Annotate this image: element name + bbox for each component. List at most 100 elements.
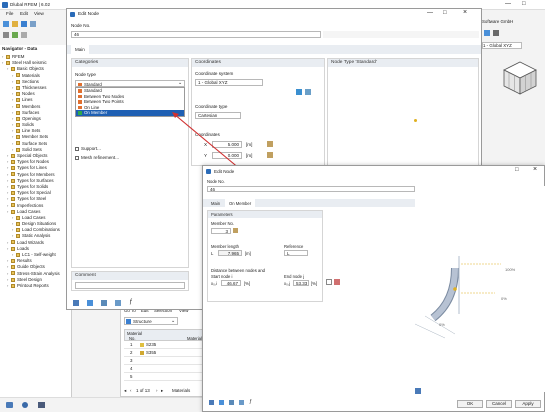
folder-icon (11, 265, 15, 270)
open-icon[interactable] (12, 21, 18, 27)
navigator-data-icon[interactable] (6, 402, 13, 408)
material-name: S355 (146, 350, 157, 355)
grid-icon[interactable] (493, 30, 499, 36)
tree-item-label: Sections (22, 78, 39, 84)
tree-item[interactable]: › Printout Reports (2, 283, 71, 289)
sheet-tab-materials[interactable]: Materials (172, 388, 190, 393)
zoom-icon[interactable] (12, 32, 18, 38)
navigator-views-icon[interactable] (38, 402, 45, 408)
support-checkbox-label: Support... (81, 146, 101, 151)
table-row[interactable]: 4 (124, 365, 208, 373)
pager-next-icon[interactable]: › (156, 388, 158, 393)
dialog2-table-icon[interactable] (219, 400, 224, 405)
mesh-refinement-checkbox[interactable]: Mesh refinement... (75, 155, 119, 161)
coord-type-label: Coordinate type (195, 104, 228, 109)
member-no-label: Member No. (211, 221, 235, 226)
node-type-option-swatch (78, 105, 82, 109)
cancel-button[interactable]: Cancel (486, 400, 512, 408)
swap-icon[interactable] (326, 279, 332, 285)
structure-icon (126, 319, 131, 324)
table-row[interactable]: 2 S355 (124, 349, 208, 357)
tree-item-label: Design Situations (22, 221, 57, 227)
comment-field[interactable] (75, 282, 185, 289)
folder-icon (16, 122, 20, 127)
structure-label: Structure (133, 319, 152, 324)
swap-arrow-icon[interactable] (334, 279, 340, 285)
function-icon[interactable]: ƒ (129, 299, 132, 305)
units-icon[interactable] (73, 300, 79, 306)
dialog2-units-icon[interactable] (209, 400, 214, 405)
member-no-field[interactable]: 3 (211, 228, 231, 234)
select-icon[interactable] (3, 32, 9, 38)
node-type-select[interactable]: Standard ⌄ (75, 80, 185, 87)
tree-item-label: Types for Lines (17, 165, 47, 171)
table-row[interactable]: 1 S235 (124, 341, 208, 349)
dialog2-layers-icon[interactable] (229, 400, 234, 405)
preview-settings-icon[interactable] (415, 388, 421, 394)
support-checkbox[interactable]: Support... (75, 146, 101, 152)
navigator-display-icon[interactable] (22, 402, 28, 408)
preview-header: Node Type 'Standard' (328, 59, 478, 67)
coord-system-combo[interactable]: 1 - Global XYZ (482, 42, 522, 49)
folder-icon (11, 277, 15, 282)
menu-edit[interactable]: Edit (20, 11, 28, 16)
dialog2-maximize-button[interactable]: □ (515, 167, 519, 173)
apply-button[interactable]: Apply (515, 400, 541, 408)
coord-system-select[interactable]: 1 - Global XYZ (195, 79, 263, 86)
folder-icon (16, 91, 20, 96)
navigator-title: Navigator - Data (2, 46, 38, 51)
ok-button[interactable]: OK (457, 400, 483, 408)
new-icon[interactable] (3, 21, 9, 27)
folder-icon (11, 259, 15, 264)
table-row[interactable]: 3 (124, 357, 208, 365)
tree-item-label: Types for Members (17, 171, 55, 177)
navigator-tree: › RFEM › Steel Hall seismic › Basic Objects › M… (2, 54, 71, 289)
structure-combo[interactable]: Structure ⌄ (124, 317, 178, 325)
node-no-field[interactable]: 46 (71, 31, 321, 38)
view-icon[interactable] (484, 30, 490, 36)
tab-main[interactable]: Main (71, 45, 89, 54)
main-minimize-button[interactable]: — (505, 1, 511, 7)
dialog1-maximize-button[interactable]: □ (443, 10, 447, 16)
table-row[interactable]: 5 (124, 373, 208, 381)
view-cube[interactable] (502, 60, 538, 96)
layers-icon[interactable] (101, 300, 107, 306)
pager-prev-icon[interactable]: ‹ (130, 388, 132, 393)
folder-icon (11, 184, 15, 189)
coord-system-edit-icon[interactable] (305, 89, 311, 95)
table-icon[interactable] (87, 300, 93, 306)
folder-icon (11, 209, 15, 214)
right-toolbar: Software GmbH 1 - Global XYZ (482, 18, 545, 50)
main-maximize-button[interactable]: □ (522, 1, 526, 7)
pager-text: 1 of 13 (136, 388, 150, 393)
menu-view[interactable]: View (34, 11, 44, 16)
dialog2-tab-on-member[interactable]: On Member (225, 199, 256, 207)
filter-icon[interactable] (115, 300, 121, 306)
tree-item-label: Static Analysis (22, 233, 51, 239)
dialog2-tab-main[interactable]: Main (207, 200, 224, 207)
member-pick-icon[interactable] (233, 228, 238, 233)
dialog2-function-icon[interactable]: ƒ (249, 399, 252, 405)
dialog1-close-button[interactable]: × (463, 9, 467, 16)
member-length-label: Member length (211, 244, 239, 249)
save-icon[interactable] (21, 21, 27, 27)
print-icon[interactable] (30, 21, 36, 27)
start-unit: [%] (244, 281, 251, 286)
reference-select[interactable]: L (284, 250, 308, 256)
x-pick-icon[interactable] (267, 141, 273, 147)
end-distance-field[interactable]: 53.33 (293, 280, 309, 286)
node-type-option-label: Standard (84, 88, 102, 93)
dialog1-minimize-button[interactable]: — (427, 10, 433, 16)
comment-label: Comment (75, 273, 96, 278)
pager-last-icon[interactable]: ▸ (161, 388, 163, 394)
coord-system-new-icon[interactable] (296, 89, 302, 95)
node-type-option[interactable]: On Member (76, 110, 184, 116)
dialog2-close-button[interactable]: × (533, 166, 537, 173)
menu-file[interactable]: File (6, 11, 13, 16)
dialog2-filter-icon[interactable] (239, 400, 244, 405)
start-distance-field[interactable]: 46.67 (221, 280, 241, 286)
rotate-icon[interactable] (21, 32, 27, 38)
y-pick-icon[interactable] (267, 152, 273, 158)
pager-first-icon[interactable]: ◂ (124, 388, 126, 394)
dialog2-node-no-field[interactable]: 46 (207, 186, 415, 192)
